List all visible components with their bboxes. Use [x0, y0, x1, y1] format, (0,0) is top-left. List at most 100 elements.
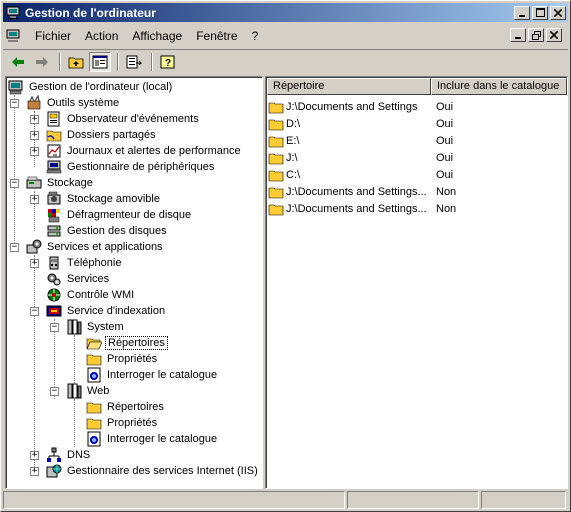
tree-item-defragmenteur[interactable]: Défragmenteur de disque — [46, 207, 193, 223]
list-item[interactable]: D:\ Oui — [268, 115, 453, 132]
tree-item-service-indexation[interactable]: Service d'indexation — [46, 303, 167, 319]
tree-item-observateur-evenements[interactable]: Observateur d'événements — [46, 111, 201, 127]
services-applications-icon — [26, 239, 42, 254]
mdi-minimize-button[interactable] — [510, 28, 526, 42]
collapse-toggle[interactable]: − — [10, 243, 19, 252]
list-item[interactable]: J:\Documents and Settings Oui — [268, 98, 453, 115]
tree-item-web[interactable]: Web — [66, 383, 111, 399]
menu-help[interactable]: ? — [245, 29, 266, 43]
expand-toggle[interactable]: + — [30, 131, 39, 140]
collapse-toggle[interactable]: − — [50, 323, 59, 332]
tree-item-stockage-amovible[interactable]: Stockage amovible — [46, 191, 162, 207]
tree-connector — [14, 95, 15, 247]
forward-button[interactable] — [31, 52, 53, 72]
tree-label: Propriétés — [107, 353, 158, 365]
menu-affichage[interactable]: Affichage — [125, 29, 189, 43]
minimize-button[interactable] — [514, 5, 530, 20]
telephony-icon — [49, 256, 59, 270]
wmi-control-icon — [47, 288, 61, 302]
tree-item-journaux-alertes[interactable]: Journaux et alertes de performance — [46, 143, 243, 159]
export-list-icon — [126, 55, 142, 68]
tree-item-proprietes-system[interactable]: Propriétés — [86, 351, 159, 367]
tree-root[interactable]: Gestion de l'ordinateur (local) — [8, 79, 174, 95]
tree-item-dns[interactable]: DNS — [46, 447, 92, 463]
help-button[interactable]: ? — [157, 52, 179, 72]
up-one-level-button[interactable] — [65, 52, 87, 72]
mmc-document-icon[interactable] — [6, 29, 22, 43]
tree-label: Propriétés — [107, 417, 158, 429]
list-item[interactable]: J:\Documents and Settings... Non — [268, 200, 456, 217]
open-folder-icon — [86, 338, 102, 350]
tree-label: Gestionnaire de périphériques — [67, 161, 215, 173]
tree-item-stockage[interactable]: Stockage — [26, 175, 95, 191]
tree-item-services[interactable]: Services — [46, 271, 111, 287]
menu-action[interactable]: Action — [78, 29, 125, 43]
show-hide-tree-button[interactable] — [89, 51, 111, 72]
maximize-button[interactable] — [532, 5, 548, 20]
back-button[interactable] — [7, 52, 29, 72]
tree-label: Répertoires — [107, 401, 164, 413]
tree-item-repertoires-system[interactable]: Répertoires — [86, 335, 168, 351]
expand-toggle[interactable]: + — [30, 195, 39, 204]
tree-label: Outils système — [47, 97, 120, 109]
expand-toggle[interactable]: + — [30, 451, 39, 460]
mdi-window-controls — [508, 28, 564, 42]
tree-label: Gestion des disques — [67, 225, 167, 237]
list-item[interactable]: E:\ Oui — [268, 132, 453, 149]
close-icon — [554, 8, 562, 17]
catalog-icon — [67, 383, 82, 399]
svg-text:?: ? — [165, 58, 171, 69]
folder-icon — [268, 204, 284, 215]
expand-toggle[interactable]: + — [30, 115, 39, 124]
tree-label: Services et applications — [47, 241, 163, 253]
catalog-icon — [67, 319, 82, 335]
tree-connector — [74, 399, 75, 447]
tree-item-gestionnaire-peripheriques[interactable]: Gestionnaire de périphériques — [46, 159, 216, 175]
tree-item-system[interactable]: System — [66, 319, 126, 335]
collapse-toggle[interactable]: − — [10, 99, 19, 108]
services-gear-icon — [47, 273, 61, 286]
export-list-button[interactable] — [123, 52, 145, 72]
device-manager-icon — [46, 160, 62, 174]
collapse-toggle[interactable]: − — [30, 307, 39, 316]
tree-item-controle-wmi[interactable]: Contrôle WMI — [46, 287, 136, 303]
mdi-restore-button[interactable] — [528, 28, 544, 42]
tree-label: Défragmenteur de disque — [67, 209, 192, 221]
tree-label: Journaux et alertes de performance — [67, 145, 241, 157]
computer-management-icon — [6, 6, 20, 19]
tree-item-repertoires-web[interactable]: Répertoires — [86, 399, 166, 415]
tree-item-outils-systeme[interactable]: Outils système — [26, 95, 121, 111]
tree-item-telephonie[interactable]: Téléphonie — [46, 255, 123, 271]
tree-item-interroger-catalogue-system[interactable]: Interroger le catalogue — [86, 367, 219, 383]
mdi-close-button[interactable] — [546, 28, 562, 42]
tree-label: Interroger le catalogue — [107, 369, 218, 381]
tree-item-dossiers-partages[interactable]: Dossiers partagés — [46, 127, 158, 143]
expand-toggle[interactable]: + — [30, 467, 39, 476]
list-item[interactable]: C:\ Oui — [268, 166, 453, 183]
column-header-inclure[interactable]: Inclure dans le catalogue — [431, 78, 567, 95]
details-pane[interactable]: Répertoire Inclure dans le catalogue J:\… — [265, 76, 568, 489]
tree-label: Stockage amovible — [67, 193, 160, 205]
expand-toggle[interactable]: + — [30, 147, 39, 156]
collapse-toggle[interactable]: − — [10, 179, 19, 188]
list-item[interactable]: J:\ Oui — [268, 149, 453, 166]
restore-icon — [531, 30, 541, 40]
title-bar[interactable]: Gestion de l'ordinateur — [3, 3, 568, 22]
minimize-icon — [519, 14, 525, 17]
close-button[interactable] — [550, 5, 566, 20]
menu-fichier[interactable]: Fichier — [28, 29, 78, 43]
console-tree-pane[interactable]: Gestion de l'ordinateur (local) − Outils… — [5, 76, 263, 489]
collapse-toggle[interactable]: − — [50, 387, 59, 396]
folder-icon — [268, 170, 284, 181]
column-header-repertoire[interactable]: Répertoire — [267, 78, 431, 95]
toolbar-separator — [117, 52, 119, 71]
tree-item-gestion-disques[interactable]: Gestion des disques — [46, 223, 169, 239]
tree-item-proprietes-web[interactable]: Propriétés — [86, 415, 159, 431]
list-item[interactable]: J:\Documents and Settings... Non — [268, 183, 456, 200]
expand-toggle[interactable]: + — [30, 259, 39, 268]
tree-item-interroger-catalogue-web[interactable]: Interroger le catalogue — [86, 431, 219, 447]
tree-item-services-applications[interactable]: Services et applications — [26, 239, 165, 255]
directory-path: D:\ — [286, 117, 301, 130]
tree-item-iis[interactable]: Gestionnaire des services Internet (IIS) — [46, 463, 260, 479]
menu-fenetre[interactable]: Fenêtre — [189, 29, 244, 43]
